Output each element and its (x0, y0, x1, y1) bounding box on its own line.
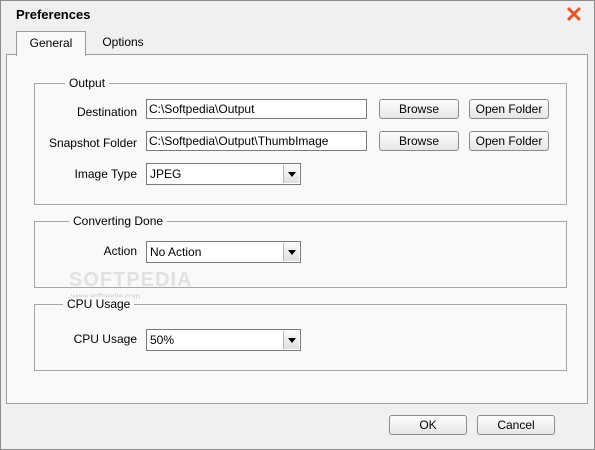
image-type-value: JPEG (150, 167, 182, 181)
watermark-text: SOFTPEDIA (69, 269, 193, 291)
general-panel: Output Destination Browse Open Folder Sn… (6, 54, 588, 404)
cancel-button[interactable]: Cancel (477, 415, 555, 435)
output-legend: Output (65, 76, 110, 90)
action-select[interactable]: No Action (146, 241, 301, 263)
tab-general[interactable]: General (16, 31, 86, 56)
cpu-usage-label: CPU Usage (73, 332, 137, 346)
image-type-label: Image Type (74, 167, 137, 181)
title-bar: Preferences ✕ (1, 1, 594, 29)
chevron-down-icon[interactable] (283, 243, 299, 261)
cpu-usage-legend: CPU Usage (63, 297, 135, 311)
converting-done-legend: Converting Done (69, 214, 168, 228)
image-type-select[interactable]: JPEG (146, 163, 301, 185)
action-value: No Action (150, 245, 202, 259)
tab-options[interactable]: Options (88, 31, 158, 54)
ok-button[interactable]: OK (389, 415, 467, 435)
chevron-down-icon[interactable] (283, 165, 299, 183)
snapshot-folder-field[interactable] (146, 131, 367, 151)
destination-label: Destination (76, 105, 137, 119)
preferences-window: Preferences ✕ General Options Output Des… (0, 0, 595, 450)
window-title: Preferences (16, 7, 91, 22)
destination-field[interactable] (146, 99, 367, 119)
snapshot-open-folder-button[interactable]: Open Folder (469, 131, 549, 151)
destination-open-folder-button[interactable]: Open Folder (469, 99, 549, 119)
destination-browse-button[interactable]: Browse (379, 99, 459, 119)
close-icon[interactable]: ✕ (564, 4, 584, 26)
cpu-usage-select[interactable]: 50% (146, 329, 301, 351)
action-label: Action (103, 244, 137, 258)
snapshot-browse-button[interactable]: Browse (379, 131, 459, 151)
chevron-down-icon[interactable] (283, 331, 299, 349)
cpu-usage-value: 50% (150, 333, 175, 347)
snapshot-folder-label: Snapshot Folder (48, 136, 137, 150)
